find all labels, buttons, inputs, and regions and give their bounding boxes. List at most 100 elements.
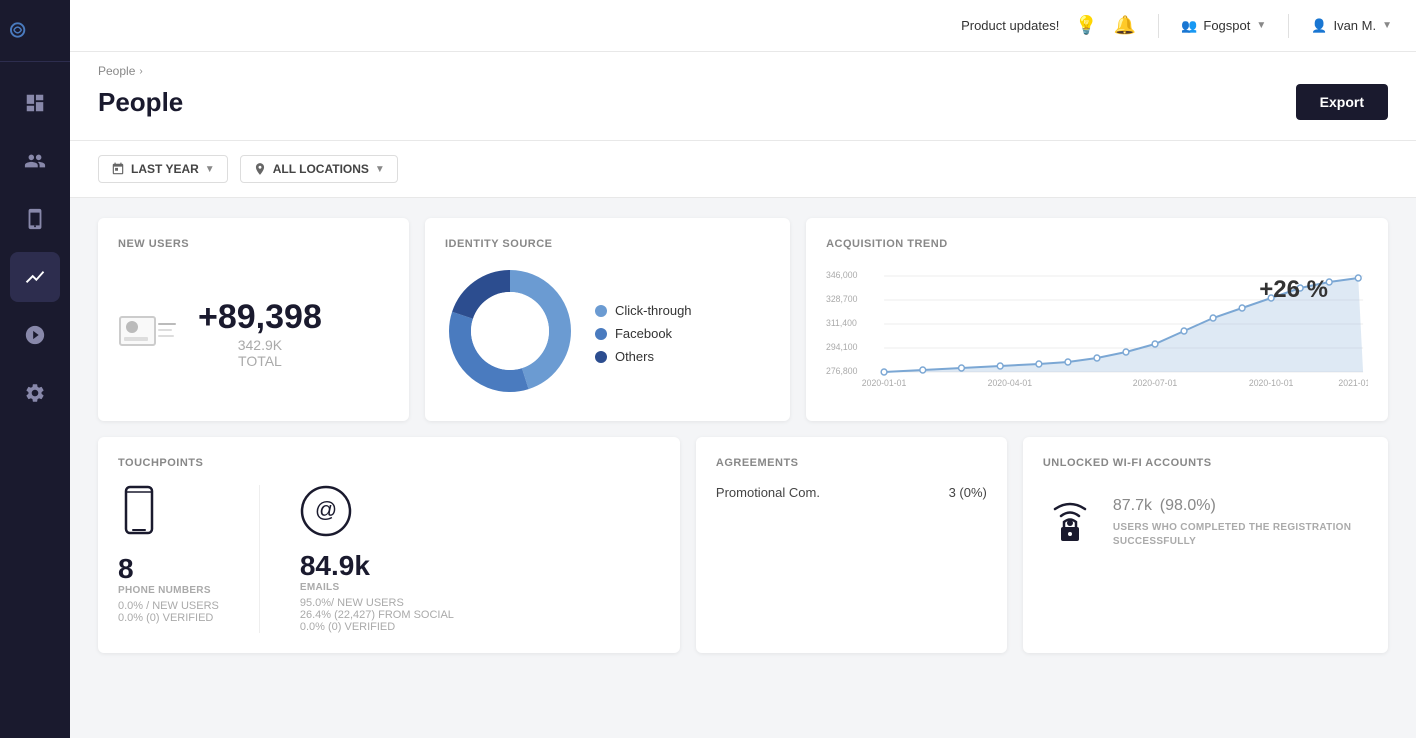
- wifi-label: USERS WHO COMPLETED THE REGISTRATION SUC…: [1113, 521, 1368, 549]
- workspace-selector[interactable]: 👥 Fogspot ▼: [1181, 18, 1266, 34]
- new-users-body: +89,398 342.9K TOTAL: [118, 266, 389, 401]
- svg-text:2021-01-0: 2021-01-0: [1338, 378, 1368, 388]
- svg-text:346,000: 346,000: [826, 270, 858, 280]
- user-icon: 👤: [1311, 18, 1327, 34]
- touchpoints-phone-item: 8 PHONE NUMBERS 0.0% / NEW USERS 0.0% (0…: [118, 485, 219, 633]
- new-users-count: +89,398: [198, 298, 322, 337]
- email-sub2: 26.4% (22,427) FROM SOCIAL: [300, 609, 454, 621]
- sidebar-item-settings[interactable]: [10, 368, 60, 418]
- legend-dot-clickthrough: [595, 305, 607, 317]
- identity-source-title: IDENTITY SOURCE: [445, 238, 770, 250]
- user-dropdown-arrow: ▼: [1382, 20, 1392, 31]
- agreements-card: AGREEMENTS Promotional Com. 3 (0%): [696, 437, 1007, 653]
- workspace-icon: 👥: [1181, 18, 1197, 34]
- touchpoints-title: TOUCHPOINTS: [118, 457, 660, 469]
- location-filter-arrow: ▼: [375, 164, 385, 175]
- trend-title: ACQUISITION TREND: [826, 238, 1368, 250]
- workspace-name: Fogspot: [1203, 18, 1250, 33]
- svg-text:294,100: 294,100: [826, 342, 858, 352]
- user-profile-icon: [118, 309, 178, 359]
- new-users-title: NEW USERS: [118, 238, 389, 250]
- breadcrumb-people[interactable]: People: [98, 64, 135, 78]
- user-menu[interactable]: 👤 Ivan M. ▼: [1311, 18, 1392, 34]
- agreements-body: Promotional Com. 3 (0%): [716, 485, 987, 500]
- user-name: Ivan M.: [1333, 18, 1376, 33]
- sidebar-item-analytics[interactable]: [10, 252, 60, 302]
- phone-icon: [118, 485, 219, 545]
- page-title: People: [98, 87, 183, 118]
- location-filter-button[interactable]: ALL LOCATIONS ▼: [240, 155, 398, 183]
- breadcrumb: People ›: [98, 64, 1388, 78]
- bell-icon[interactable]: 🔔: [1114, 15, 1136, 36]
- date-filter-button[interactable]: LAST YEAR ▼: [98, 155, 228, 183]
- email-sub1: 95.0%/ NEW USERS: [300, 597, 454, 609]
- wifi-icon-wrap: [1043, 485, 1097, 545]
- identity-legend: Click-through Facebook Others: [595, 303, 692, 364]
- sidebar-item-dashboard[interactable]: [10, 78, 60, 128]
- trend-body: +26 % 346,000 328,700 311,400 294,100 27…: [826, 266, 1368, 401]
- wifi-title: UNLOCKED WI-FI ACCOUNTS: [1043, 457, 1368, 469]
- wifi-accounts-card: UNLOCKED WI-FI ACCOUNTS: [1023, 437, 1388, 653]
- location-filter-label: ALL LOCATIONS: [273, 162, 369, 176]
- page-header: People › People Export: [70, 52, 1416, 141]
- phone-sub2: 0.0% (0) VERIFIED: [118, 612, 219, 624]
- location-icon: [253, 162, 267, 176]
- wifi-stats: 87.7k (98.0%) USERS WHO COMPLETED THE RE…: [1113, 485, 1368, 549]
- sidebar: [0, 0, 70, 738]
- agreement-value: 3 (0%): [949, 485, 987, 500]
- agreements-title: AGREEMENTS: [716, 457, 987, 469]
- agreement-label: Promotional Com.: [716, 485, 820, 500]
- wifi-lock-icon: [1043, 485, 1097, 545]
- identity-source-card: IDENTITY SOURCE: [425, 218, 790, 421]
- lightbulb-icon[interactable]: 💡: [1075, 15, 1097, 36]
- svg-text:276,800: 276,800: [826, 366, 858, 376]
- new-users-card: NEW USERS: [98, 218, 409, 421]
- identity-source-body: Click-through Facebook Others: [445, 266, 770, 401]
- top-cards-row: NEW USERS: [98, 218, 1388, 421]
- sidebar-item-devices[interactable]: [10, 194, 60, 244]
- touchpoints-email-item: @ 84.9k EMAILS 95.0%/ NEW USERS 26.4% (2…: [300, 485, 454, 633]
- topbar: Product updates! 💡 🔔 👥 Fogspot ▼ 👤 Ivan …: [70, 0, 1416, 52]
- touchpoints-divider: [259, 485, 260, 633]
- legend-dot-others: [595, 351, 607, 363]
- workspace-dropdown-arrow: ▼: [1256, 20, 1266, 31]
- phone-value: 8: [118, 553, 219, 585]
- touchpoints-body: 8 PHONE NUMBERS 0.0% / NEW USERS 0.0% (0…: [118, 485, 660, 633]
- wifi-value: 87.7k (98.0%): [1113, 485, 1368, 517]
- email-label: EMAILS: [300, 582, 454, 593]
- svg-text:@: @: [315, 497, 337, 522]
- topbar-divider: [1158, 14, 1159, 38]
- agreement-row: Promotional Com. 3 (0%): [716, 485, 987, 500]
- calendar-icon: [111, 162, 125, 176]
- svg-text:328,700: 328,700: [826, 294, 858, 304]
- date-filter-label: LAST YEAR: [131, 162, 199, 176]
- svg-text:2020-01-01: 2020-01-01: [862, 378, 907, 388]
- product-updates-text: Product updates!: [961, 18, 1059, 33]
- legend-dot-facebook: [595, 328, 607, 340]
- cards-container: NEW USERS: [70, 198, 1416, 673]
- svg-text:2020-10-01: 2020-10-01: [1249, 378, 1294, 388]
- page-content: People › People Export LAST YEAR ▼ ALL L…: [70, 52, 1416, 738]
- phone-sub1: 0.0% / NEW USERS: [118, 600, 219, 612]
- legend-item-facebook: Facebook: [595, 326, 692, 341]
- legend-label-clickthrough: Click-through: [615, 303, 692, 318]
- svg-text:2020-04-01: 2020-04-01: [988, 378, 1033, 388]
- legend-item-others: Others: [595, 349, 692, 364]
- export-button[interactable]: Export: [1296, 84, 1388, 120]
- sidebar-item-campaigns[interactable]: [10, 310, 60, 360]
- acquisition-trend-card: ACQUISITION TREND +26 % 346,000 328,700 …: [806, 218, 1388, 421]
- donut-chart: [445, 266, 575, 401]
- sidebar-item-people[interactable]: [10, 136, 60, 186]
- filters-bar: LAST YEAR ▼ ALL LOCATIONS ▼: [70, 141, 1416, 198]
- page-title-row: People Export: [98, 84, 1388, 120]
- email-sub3: 0.0% (0) VERIFIED: [300, 621, 454, 633]
- new-users-total: 342.9K TOTAL: [198, 337, 322, 369]
- bottom-cards-row: TOUCHPOINTS 8: [98, 437, 1388, 653]
- legend-label-facebook: Facebook: [615, 326, 672, 341]
- legend-label-others: Others: [615, 349, 654, 364]
- phone-label: PHONE NUMBERS: [118, 585, 219, 596]
- touchpoints-card: TOUCHPOINTS 8: [98, 437, 680, 653]
- topbar-divider2: [1288, 14, 1289, 38]
- date-filter-arrow: ▼: [205, 164, 215, 175]
- email-icon: @: [300, 485, 454, 542]
